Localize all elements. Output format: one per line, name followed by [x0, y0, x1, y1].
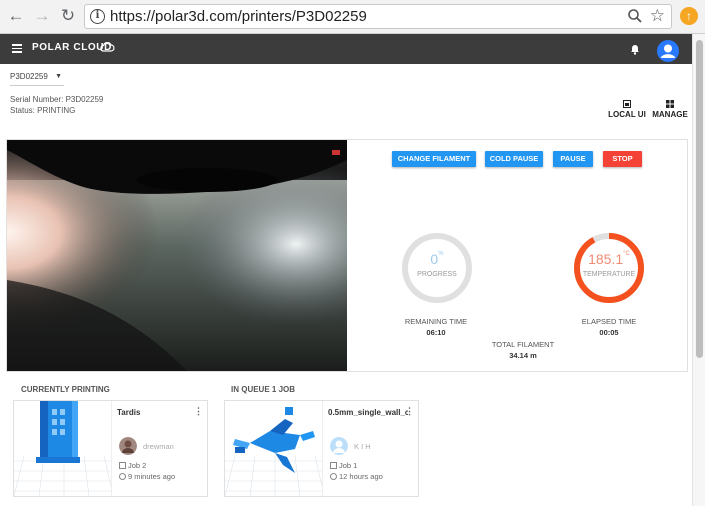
printer-dropdown[interactable]: P3D02259 ▼ — [10, 72, 64, 86]
elapsed-time-value: 00:05 — [599, 328, 619, 337]
job-user: drewman — [143, 442, 174, 451]
progress-value-text: 0% — [400, 251, 474, 267]
model-preview — [14, 401, 111, 496]
chevron-down-icon: ▼ — [55, 73, 62, 80]
printer-card: CHANGE FILAMENT COLD PAUSE PAUSE STOP 0%… — [6, 139, 688, 372]
total-filament-value: 34.14 m — [509, 351, 537, 360]
cold-pause-button[interactable]: COLD PAUSE — [485, 151, 543, 167]
local-ui-icon — [623, 100, 631, 108]
job-time: 9 minutes ago — [119, 472, 175, 481]
currently-printing-title: CURRENTLY PRINTING — [21, 385, 110, 394]
cloud-icon — [100, 42, 115, 52]
local-ui-label: LOCAL UI — [608, 110, 646, 119]
manage-label: MANAGE — [652, 110, 688, 119]
forward-arrow-icon[interactable]: → — [32, 6, 52, 26]
temperature-unit: °C — [623, 251, 630, 257]
job-time-text: 12 hours ago — [339, 472, 383, 481]
more-vert-icon[interactable]: ⋮ — [194, 407, 203, 416]
temperature-gauge: 185.1°C TEMPERATURE — [572, 231, 646, 305]
progress-gauge: 0% PROGRESS — [400, 231, 474, 305]
job-info: 0.5mm_single_wall_ca ⋮ K I H Job 1 12 ho… — [322, 401, 418, 496]
temperature-ring — [574, 233, 644, 303]
progress-unit: % — [438, 251, 444, 257]
temperature-value-text: 185.1°C — [572, 251, 646, 267]
job-number: Job 1 — [330, 461, 357, 470]
pause-button[interactable]: PAUSE — [553, 151, 593, 167]
job-number-text: Job 2 — [128, 461, 147, 470]
job-user: K I H — [354, 442, 371, 451]
document-icon — [119, 462, 126, 469]
job-time: 12 hours ago — [330, 472, 383, 481]
bell-icon[interactable] — [630, 43, 640, 55]
search-icon[interactable] — [627, 8, 643, 24]
grid-icon — [666, 100, 674, 108]
browser-toolbar: ← → ↻ i https://polar3d.com/printers/P3D… — [0, 0, 705, 34]
temperature-value: 185.1 — [588, 251, 624, 267]
in-queue-title: IN QUEUE 1 JOB — [231, 385, 296, 394]
progress-ring — [402, 233, 472, 303]
clock-icon — [119, 473, 126, 480]
back-arrow-icon[interactable]: ← — [6, 6, 26, 26]
webcam-feed — [7, 140, 347, 371]
manage-button[interactable]: MANAGE — [651, 100, 689, 119]
temperature-label: TEMPERATURE — [582, 271, 636, 278]
scrollbar-thumb[interactable] — [696, 40, 703, 358]
job-name[interactable]: Tardis — [117, 408, 197, 417]
model-preview — [225, 401, 322, 496]
job-info: Tardis ⋮ drewman Job 2 9 minutes ago — [111, 401, 207, 496]
info-icon[interactable]: i — [90, 9, 105, 24]
stop-button[interactable]: STOP — [603, 151, 642, 167]
extension-icon[interactable]: ↑ — [680, 7, 698, 25]
remaining-time-value: 06:10 — [426, 328, 446, 337]
job-time-text: 9 minutes ago — [128, 472, 176, 481]
app-header: POLAR CLOUD — [0, 34, 692, 64]
change-filament-button[interactable]: CHANGE FILAMENT — [392, 151, 476, 167]
clock-icon — [330, 473, 337, 480]
job-card[interactable]: Tardis ⋮ drewman Job 2 9 minutes ago — [13, 400, 208, 497]
reload-icon[interactable]: ↻ — [58, 6, 78, 26]
job-name[interactable]: 0.5mm_single_wall_ca — [328, 408, 408, 417]
avatar — [119, 437, 137, 455]
serial-number: Serial Number: P3D02259 — [10, 95, 104, 104]
user-avatar[interactable] — [657, 40, 679, 62]
url-text[interactable]: https://polar3d.com/printers/P3D02259 — [110, 8, 367, 25]
elapsed-time-label: ELAPSED TIME — [581, 317, 637, 326]
job-card[interactable]: 0.5mm_single_wall_ca ⋮ K I H Job 1 12 ho… — [224, 400, 419, 497]
avatar — [330, 437, 348, 455]
address-bar[interactable]: i https://polar3d.com/printers/P3D02259 … — [84, 4, 672, 29]
remaining-time-label: REMAINING TIME — [404, 317, 468, 326]
total-filament-label: TOTAL FILAMENT — [491, 340, 555, 349]
progress-label: PROGRESS — [417, 271, 457, 278]
printer-status: Status: PRINTING — [10, 106, 76, 115]
printer-dropdown-value: P3D02259 — [10, 72, 48, 81]
local-ui-button[interactable]: LOCAL UI — [606, 100, 648, 119]
job-number: Job 2 — [119, 461, 146, 470]
menu-icon[interactable] — [12, 44, 22, 53]
document-icon — [330, 462, 337, 469]
bookmark-star-icon[interactable]: ☆ — [650, 6, 665, 26]
more-vert-icon[interactable]: ⋮ — [405, 407, 414, 416]
job-number-text: Job 1 — [339, 461, 358, 470]
